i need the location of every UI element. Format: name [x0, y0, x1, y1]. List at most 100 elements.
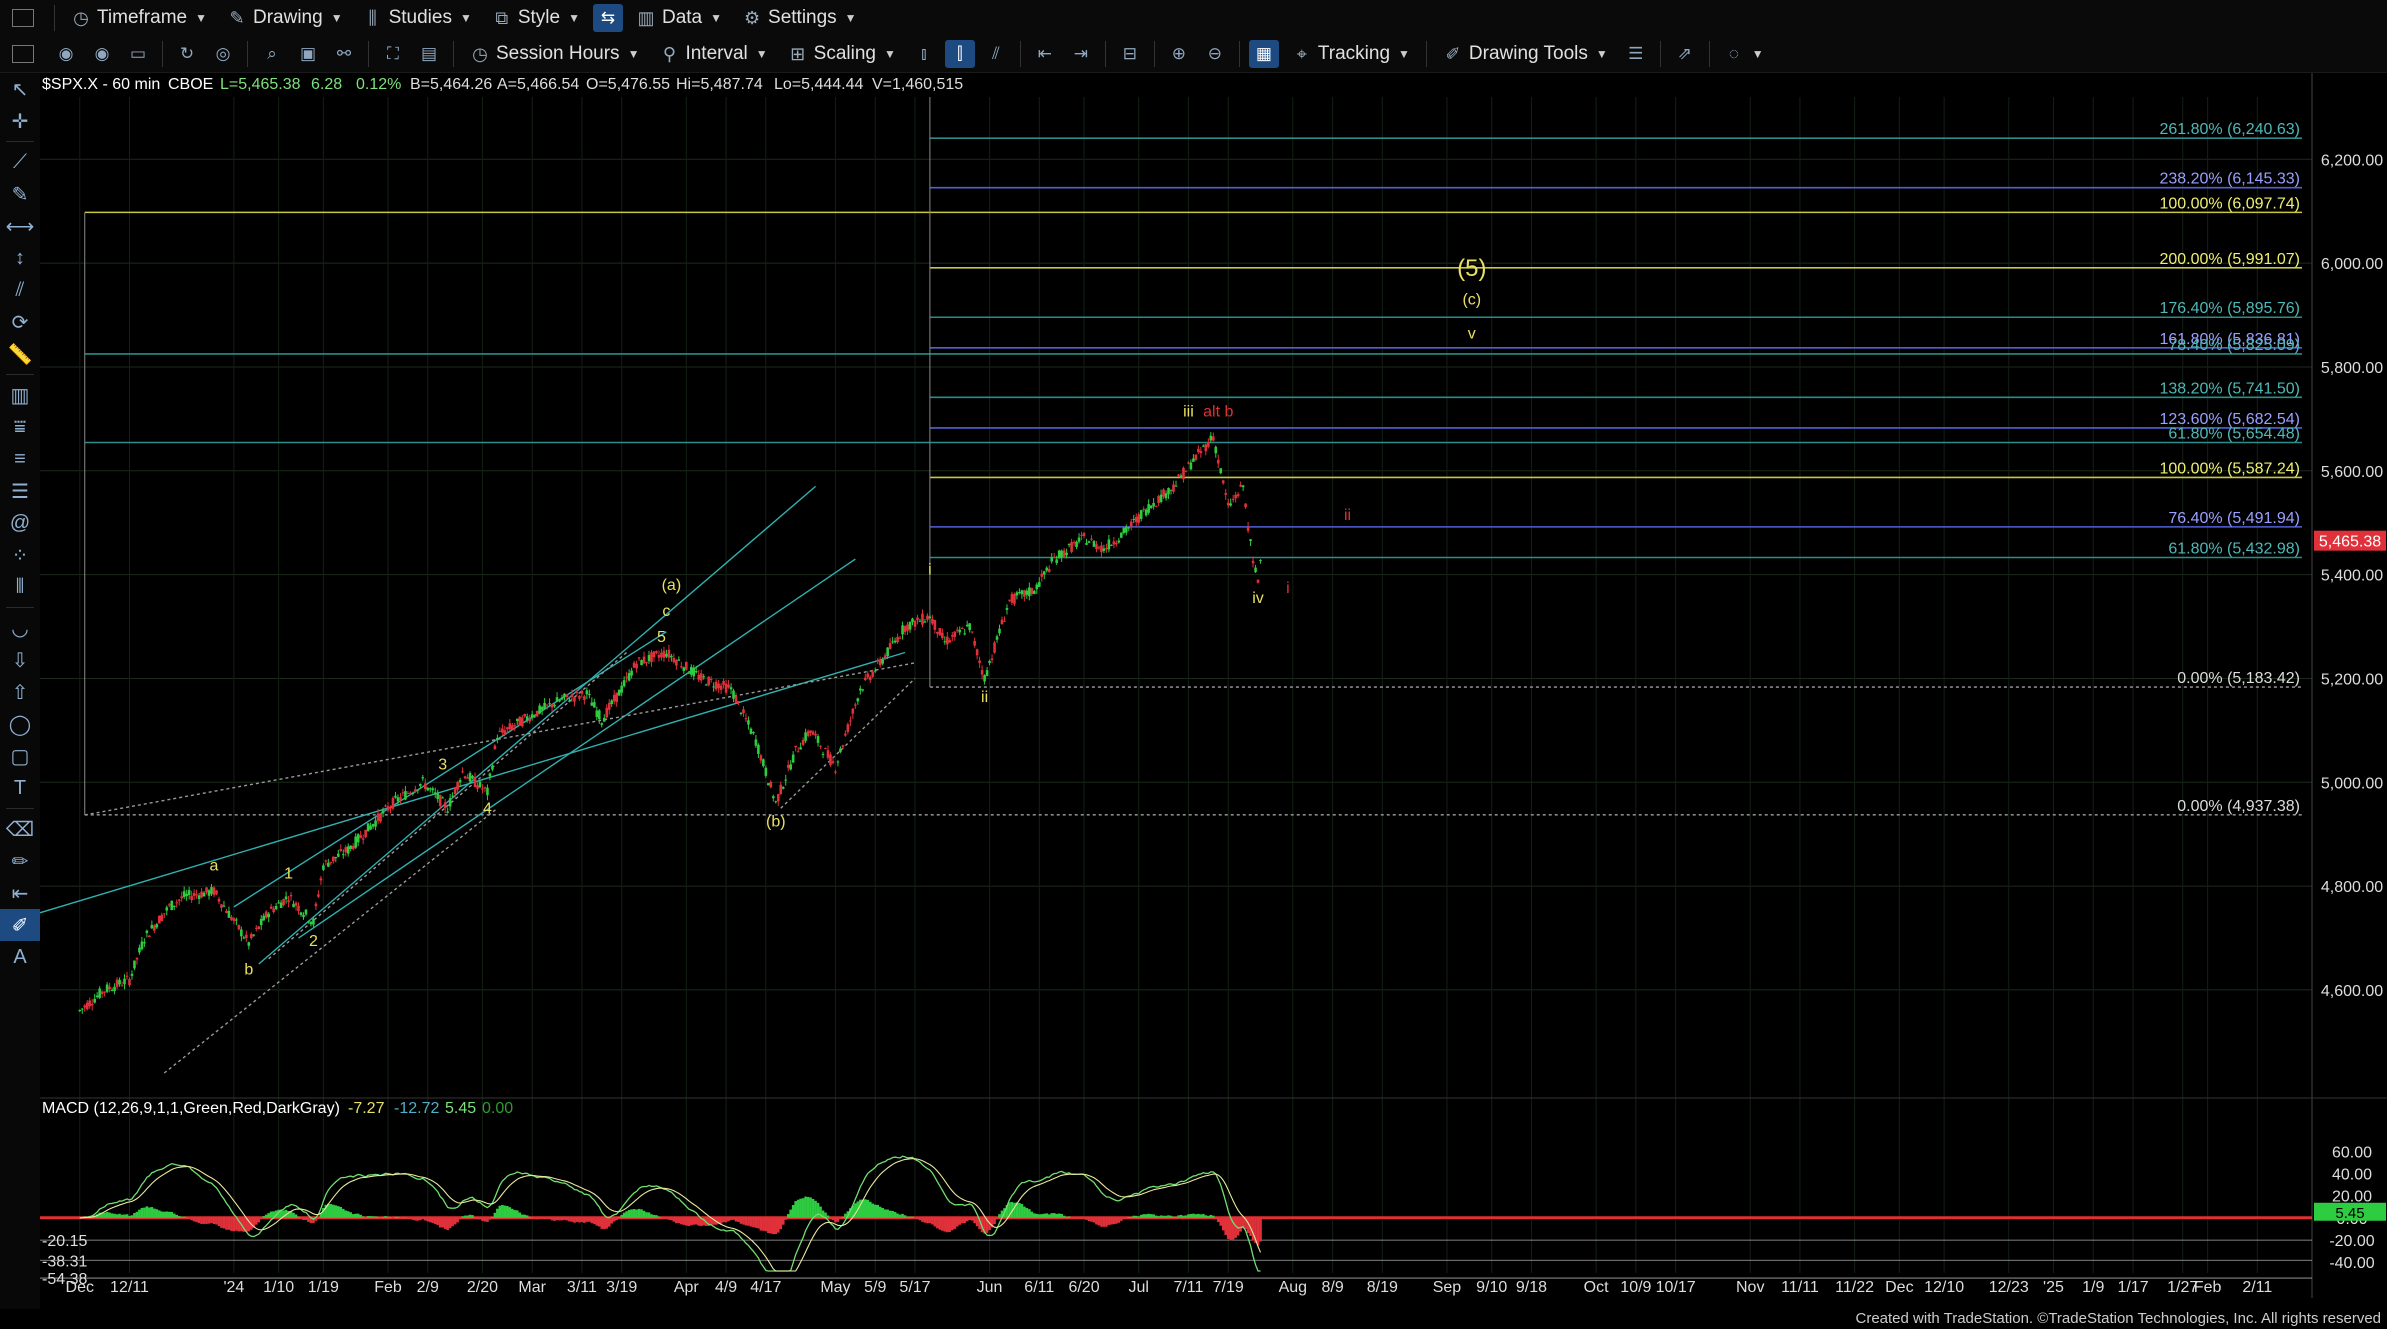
bar-chart-icon[interactable]: ⫾	[909, 40, 939, 68]
refresh-chart-icon[interactable]: ↻	[172, 40, 202, 68]
horizontal-line-icon[interactable]: ⟷	[0, 210, 40, 242]
menu-icon[interactable]: ☰	[1621, 40, 1651, 68]
macd-histogram-bar	[734, 1217, 738, 1222]
tracking-menu[interactable]: ⌖ Tracking ▼	[1282, 39, 1420, 69]
candle-body	[990, 658, 994, 660]
macd-histogram-bar	[220, 1217, 223, 1228]
eraser-icon[interactable]: ⌫	[0, 813, 40, 845]
drawing-mode-icon[interactable]: ✐	[0, 909, 40, 941]
arrow-down-icon[interactable]: ⇩	[0, 644, 40, 676]
target-icon[interactable]: ◎	[208, 40, 238, 68]
scaling-menu[interactable]: ⊞ Scaling ▼	[778, 39, 906, 69]
link-icon[interactable]: ⇆	[592, 4, 623, 32]
macd-histogram-bar	[868, 1201, 872, 1218]
cycle-icon[interactable]: ⟳	[0, 306, 40, 338]
wave-label: 5	[657, 629, 666, 646]
candle-body	[568, 700, 571, 702]
bars-icon[interactable]: ▥	[0, 379, 40, 411]
chat-icon[interactable]: ◌	[1719, 40, 1749, 68]
macd-histogram-bar	[506, 1206, 509, 1218]
drawing-tools-menu[interactable]: ✐ Drawing Tools ▼	[1433, 39, 1618, 69]
window-checkbox[interactable]	[12, 9, 34, 27]
price-chart[interactable]: 261.80% (6,240.63) 238.20% (6,145.33) 100.…	[40, 73, 2387, 1309]
timeframe-menu[interactable]: ◷ Timeframe ▼	[61, 3, 217, 33]
candle-body	[520, 717, 524, 727]
candle-body	[923, 621, 927, 623]
window-icon[interactable]: ▭	[123, 40, 153, 68]
trendline-icon[interactable]: ⟋	[0, 146, 40, 178]
candle-body	[704, 684, 708, 686]
candle-body	[826, 750, 830, 758]
candle-body	[585, 690, 589, 695]
ellipse-icon[interactable]: ◯	[0, 708, 40, 740]
text-icon[interactable]: T	[0, 772, 40, 804]
zoom-in-icon[interactable]: ⊕	[1164, 40, 1194, 68]
link-icon[interactable]: ⚯	[329, 40, 359, 68]
pointer-icon[interactable]: ↖	[0, 73, 40, 105]
candlestick-icon[interactable]: ⫿	[944, 40, 975, 68]
vertical-line-icon[interactable]: ↕	[0, 242, 40, 274]
time-tick-label: Sep	[1433, 1279, 1462, 1296]
candle-body	[881, 659, 884, 664]
rectangle-icon[interactable]: ▢	[0, 740, 40, 772]
compress-icon[interactable]: ⇤	[1030, 40, 1060, 68]
candle-body	[476, 785, 479, 789]
crosshair-icon[interactable]: ✛	[0, 105, 40, 137]
pencil-icon[interactable]: ✎	[0, 178, 40, 210]
save-icon[interactable]: ▣	[293, 40, 323, 68]
macd-histogram-bar	[722, 1217, 725, 1223]
fib-icon[interactable]: ⩸	[0, 411, 40, 443]
macd-histogram-bar	[1115, 1217, 1118, 1224]
circle-icon[interactable]: ◉	[87, 40, 117, 68]
hollow-candle-icon[interactable]: ⫽	[981, 40, 1011, 68]
arrow-up-icon[interactable]: ⇧	[0, 676, 40, 708]
candle-body	[873, 670, 877, 672]
layout-icon[interactable]: ⊟	[1115, 40, 1145, 68]
macd-histogram-bar	[1055, 1213, 1058, 1218]
chart-checkbox[interactable]	[12, 45, 34, 63]
macd-histogram-bar	[205, 1217, 208, 1224]
macd-histogram-bar	[1092, 1217, 1096, 1223]
gann-icon[interactable]: ☰	[0, 475, 40, 507]
candle-body	[1209, 435, 1213, 441]
settings-menu[interactable]: ⚙ Settings ▼	[732, 3, 867, 33]
studies-menu[interactable]: ⫼ Studies ▼	[353, 3, 482, 33]
window-icon[interactable]: ▤	[414, 40, 444, 68]
lines-icon[interactable]: ≡	[0, 443, 40, 475]
chevron-down-icon: ▼	[330, 11, 343, 25]
interval-menu[interactable]: ⚲ Interval ▼	[649, 39, 777, 69]
candle-body	[1254, 567, 1257, 573]
spiral-icon[interactable]: @	[0, 507, 40, 539]
candle-body	[1025, 590, 1029, 595]
drawing-menu[interactable]: ✎ Drawing ▼	[217, 3, 353, 33]
macd-histogram-bar	[133, 1213, 136, 1218]
macd-histogram-bar	[374, 1216, 377, 1218]
speed-lines-icon[interactable]: ⁘	[0, 539, 40, 571]
symbol-label: $SPX.X - 60 min	[42, 76, 160, 93]
snap-icon[interactable]: ⇤	[0, 877, 40, 909]
candle-body	[593, 702, 596, 708]
fib-time-icon[interactable]: ⫴	[0, 571, 40, 603]
text-label-icon[interactable]: A	[0, 941, 40, 973]
candle-body	[680, 666, 683, 668]
arc-icon[interactable]: ◡	[0, 612, 40, 644]
wave-label: i	[928, 562, 932, 579]
circle-icon[interactable]: ◉	[51, 40, 81, 68]
grid-icon[interactable]: ▦	[1248, 40, 1279, 68]
ruler-icon[interactable]: 📏	[0, 338, 40, 370]
candle-body	[724, 683, 728, 693]
export-icon[interactable]: ⇗	[1670, 40, 1700, 68]
channel-icon[interactable]: ⫽	[0, 274, 40, 306]
zoom-out-icon[interactable]: ⊖	[1200, 40, 1230, 68]
macd-histogram-bar	[297, 1216, 300, 1218]
style-menu[interactable]: ⧉ Style ▼	[482, 3, 590, 33]
macd-histogram-bar	[1144, 1214, 1148, 1218]
magnifier-icon[interactable]: ⌕	[257, 40, 287, 68]
session-hours-menu[interactable]: ◷ Session Hours ▼	[460, 39, 649, 69]
macd-histogram-bar	[796, 1199, 800, 1218]
network-icon[interactable]: ⛶	[378, 40, 408, 68]
data-menu[interactable]: ▥ Data ▼	[626, 3, 732, 33]
expand-icon[interactable]: ⇥	[1066, 40, 1096, 68]
highlighter-icon[interactable]: ✏	[0, 845, 40, 877]
macd-histogram-bar	[177, 1215, 181, 1218]
